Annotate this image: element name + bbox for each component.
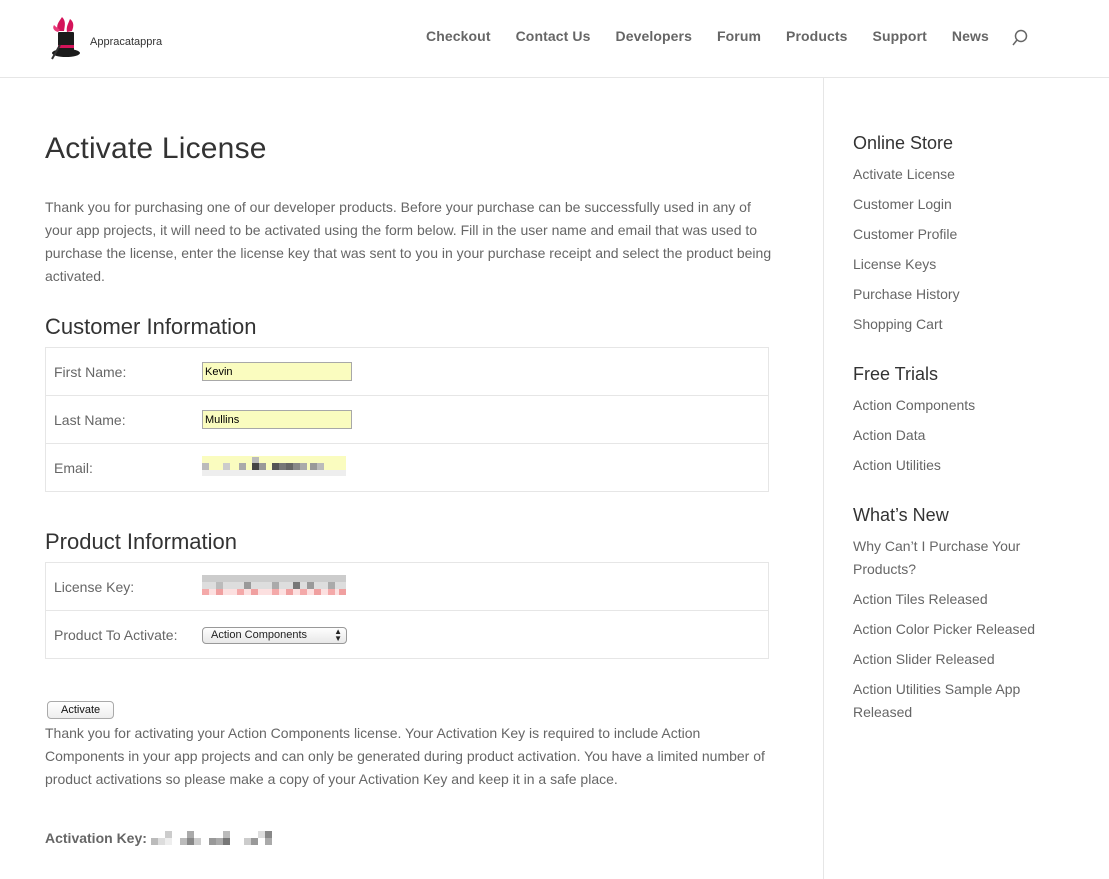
select-arrows-icon: ▲ ▼ [334, 627, 342, 644]
nav-forum[interactable]: Forum [717, 28, 761, 44]
activation-key-row: Activation Key: [45, 830, 275, 846]
sidebar-online-store-list: Activate License Customer Login Customer… [853, 163, 1038, 343]
sidebar-item-why-cant-purchase[interactable]: Why Can’t I Purchase Your Products? [853, 535, 1038, 581]
first-name-row: First Name: [46, 348, 769, 396]
sidebar-item-action-data[interactable]: Action Data [853, 424, 1038, 447]
sidebar-whats-new-list: Why Can’t I Purchase Your Products? Acti… [853, 535, 1038, 731]
email-label: Email: [45, 443, 202, 492]
sidebar-item-action-utilities-sample-app[interactable]: Action Utilities Sample App Released [853, 678, 1038, 724]
product-select-value: Action Components [211, 629, 307, 642]
license-key-row: License Key: [46, 563, 769, 611]
page-title: Activate License [45, 132, 267, 165]
first-name-label: First Name: [54, 363, 127, 380]
last-name-input[interactable] [202, 410, 352, 430]
sidebar-divider [823, 78, 824, 879]
sidebar-item-license-keys[interactable]: License Keys [853, 253, 1038, 276]
sidebar-item-action-components[interactable]: Action Components [853, 394, 1038, 417]
license-key-label: License Key: [54, 578, 135, 595]
product-info-heading: Product Information [45, 529, 237, 554]
nav-checkout[interactable]: Checkout [426, 28, 491, 44]
email-input-redacted[interactable] [202, 456, 346, 476]
license-key-input-redacted[interactable] [202, 575, 346, 595]
sidebar-item-action-tiles-released[interactable]: Action Tiles Released [853, 588, 1038, 611]
product-select-row: Product To Activate: Action Components ▲… [45, 610, 769, 659]
sidebar-item-customer-profile[interactable]: Customer Profile [853, 223, 1038, 246]
sidebar-item-action-slider-released[interactable]: Action Slider Released [853, 648, 1038, 671]
sidebar-online-store-title: Online Store [853, 133, 954, 153]
product-to-activate-label: Product To Activate: [45, 610, 202, 659]
nav-news[interactable]: News [952, 28, 989, 44]
email-row: Email: [45, 443, 769, 492]
sidebar-item-shopping-cart[interactable]: Shopping Cart [853, 313, 1038, 336]
sidebar-item-purchase-history[interactable]: Purchase History [853, 283, 1038, 306]
activation-message: Thank you for activating your Action Com… [45, 725, 765, 787]
sidebar-item-action-color-picker-released[interactable]: Action Color Picker Released [853, 618, 1038, 641]
nav-products[interactable]: Products [786, 28, 847, 44]
nav-developers[interactable]: Developers [616, 28, 692, 44]
product-select[interactable]: Action Components ▲ ▼ [202, 626, 347, 644]
intro-text: Thank you for purchasing one of our deve… [45, 199, 772, 284]
nav-support[interactable]: Support [873, 28, 927, 44]
last-name-label: Last Name: [45, 395, 202, 444]
sidebar-free-trials-title: Free Trials [853, 364, 939, 384]
nav-contact-us[interactable]: Contact Us [516, 28, 591, 44]
sidebar-item-activate-license[interactable]: Activate License [853, 163, 1038, 186]
search-icon[interactable] [1011, 29, 1029, 47]
magic-hat-logo-icon [51, 17, 80, 60]
activation-key-label: Activation Key: [45, 830, 147, 846]
customer-info-heading: Customer Information [45, 314, 257, 339]
site-logo[interactable]: Appracatappra [48, 14, 168, 62]
activation-key-redacted [150, 831, 272, 845]
customer-info-form: First Name: Last Name: Email: [45, 347, 769, 492]
sidebar-free-trials-list: Action Components Action Data Action Uti… [853, 394, 1038, 484]
main-nav: Checkout Contact Us Developers Forum Pro… [426, 28, 1011, 44]
site-header: Appracatappra Checkout Contact Us Develo… [0, 0, 1109, 78]
last-name-row: Last Name: [45, 395, 769, 444]
sidebar-item-customer-login[interactable]: Customer Login [853, 193, 1038, 216]
first-name-input[interactable] [202, 362, 352, 382]
sidebar-whats-new-title: What’s New [853, 505, 949, 525]
logo-wordmark: Appracatappra [90, 36, 163, 48]
sidebar-item-action-utilities[interactable]: Action Utilities [853, 454, 1038, 477]
product-info-form: License Key: Product To Activate: Action… [45, 562, 769, 659]
activate-button[interactable]: Activate [47, 701, 115, 719]
